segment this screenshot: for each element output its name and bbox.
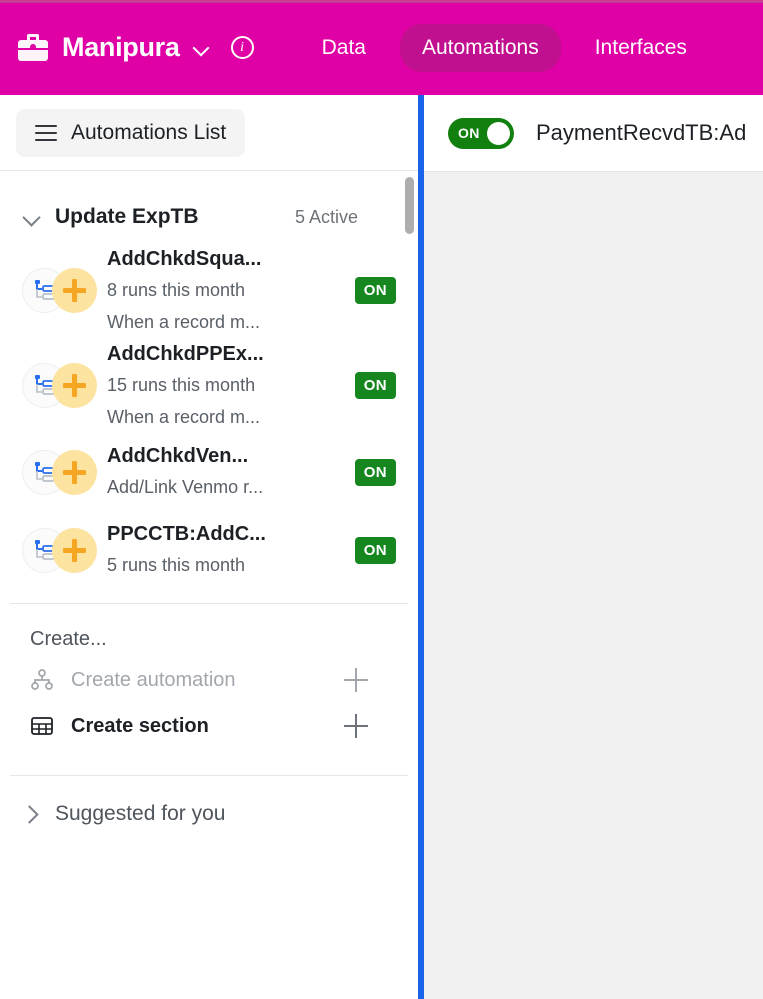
automation-list: AddChkdSqua... 8 runs this month When a … [0,229,418,589]
base-name: Manipura [62,32,180,62]
automation-title: PPCCTB:AddC... [107,523,266,546]
create-section-heading: Create... [30,628,107,650]
sidebar-header: Automations List [0,95,418,171]
list-item[interactable]: AddChkdPPEx... 15 runs this month When a… [0,338,418,433]
create-section-row[interactable]: Create section [0,703,418,749]
list-item[interactable]: AddChkdVen... Add/Link Venmo r... ON [0,433,418,511]
section-active-count: 5 Active [294,206,358,227]
tab-interfaces[interactable]: Interfaces [573,24,709,72]
section-header-update-exptb[interactable]: Update ExpTB 5 Active [0,171,418,229]
automation-flow-icon [22,449,97,495]
section-title: Update ExpTB [55,205,199,228]
tab-data[interactable]: Data [300,24,388,72]
automation-flow-icon [22,268,97,313]
create-automation-row[interactable]: Create automation [0,657,418,703]
automations-list-label: Automations List [71,120,227,144]
automation-flow-icon [22,527,97,573]
automation-enabled-toggle[interactable]: ON [448,117,514,149]
status-badge[interactable]: ON [354,277,396,304]
automation-description: When a record m... [107,311,261,332]
toggle-label: ON [458,125,480,141]
tab-automations[interactable]: Automations [399,23,561,72]
list-item[interactable]: PPCCTB:AddC... 5 runs this month ON [0,511,418,589]
automation-runs: 8 runs this month [107,280,246,300]
automation-detail-header: ON PaymentRecvdTB:Ad [424,95,763,172]
create-section-label: Create section [71,714,209,737]
topbar-hairline [0,0,763,3]
status-badge[interactable]: ON [354,372,396,399]
plus-circle-icon [52,268,97,313]
status-badge[interactable]: ON [354,458,396,486]
automation-title: AddChkdPPEx... [107,343,264,365]
chevron-down-icon[interactable] [193,40,209,56]
automation-runs: 15 runs this month [107,375,256,395]
briefcase-icon [18,34,48,61]
chevron-right-icon[interactable] [22,805,40,823]
top-navigation-bar: Manipura i Data Automations Interfaces [0,0,763,95]
sitemap-icon [31,669,53,690]
automations-list-button[interactable]: Automations List [16,108,246,157]
info-circle-icon[interactable]: i [230,36,254,59]
plus-circle-icon [52,527,97,573]
suggested-for-you-label: Suggested for you [55,802,226,825]
scrollbar-thumb[interactable] [405,177,414,234]
automation-title: AddChkdSqua... [107,248,262,270]
automation-detail-panel: ON PaymentRecvdTB:Ad [424,95,763,999]
automation-description: When a record m... [107,406,261,427]
chevron-down-icon[interactable] [22,208,40,226]
automations-screen: Manipura i Data Automations Interfaces A… [0,0,763,999]
plus-circle-icon [52,363,97,408]
plus-icon[interactable] [344,668,368,692]
plus-icon[interactable] [344,714,368,738]
status-badge[interactable]: ON [354,536,396,564]
suggested-for-you-row[interactable]: Suggested for you [0,776,418,826]
table-grid-icon [31,717,53,735]
vertical-scrollbar[interactable] [405,177,414,983]
automation-detail-body [424,172,763,999]
automations-sidebar: Automations List Update ExpTB 5 Active A… [0,95,418,999]
toggle-knob [487,121,510,145]
plus-circle-icon [52,449,97,495]
automation-detail-title: PaymentRecvdTB:Ad [536,120,747,145]
create-automation-label: Create automation [71,668,236,691]
automation-flow-icon [22,363,97,408]
list-item[interactable]: AddChkdSqua... 8 runs this month When a … [0,243,418,338]
automation-runs: 5 runs this month [107,555,246,576]
automation-title: AddChkdVen... [107,445,249,468]
automation-description: Add/Link Venmo r... [107,477,264,498]
hamburger-icon [35,124,57,141]
